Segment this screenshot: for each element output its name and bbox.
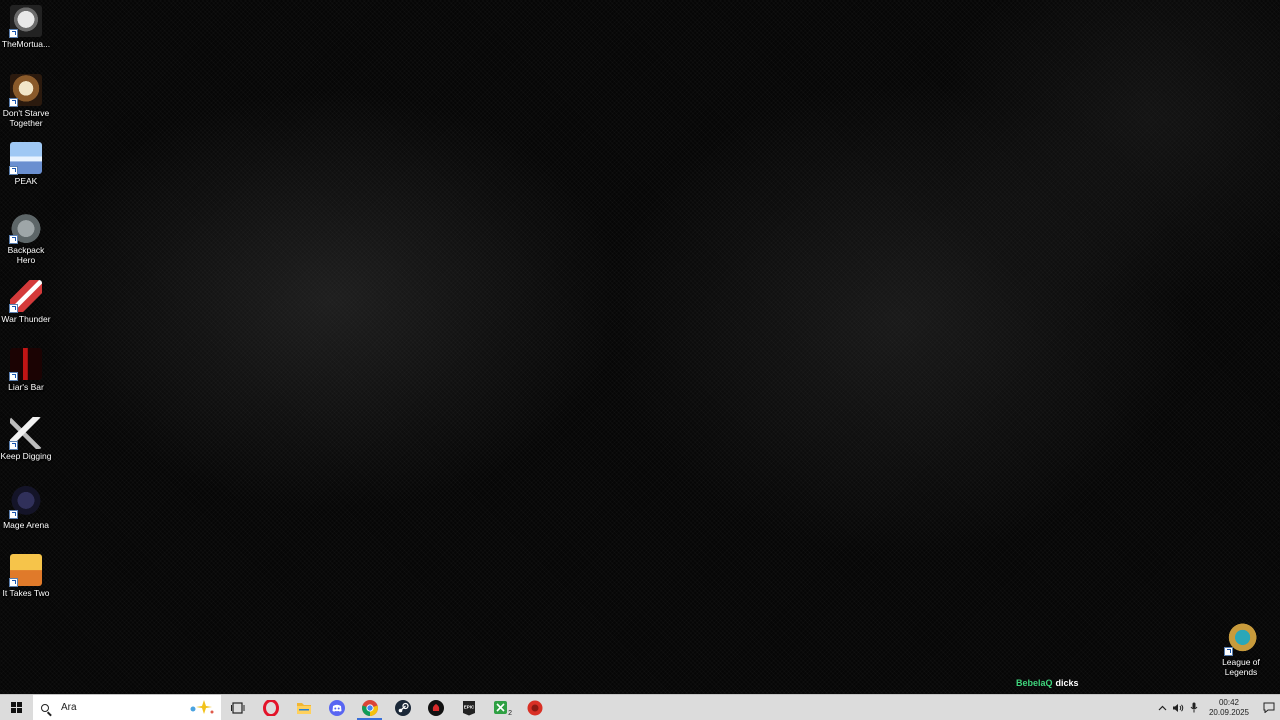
desktop-icon-label: Mage Arena: [3, 520, 49, 530]
volume-button[interactable]: [1170, 695, 1186, 720]
shortcut-arrow-icon: [9, 235, 18, 244]
mortuary-assistant-icon: [9, 5, 42, 38]
taskbar-app-chrome[interactable]: [353, 695, 386, 720]
shortcut-arrow-icon: [9, 29, 18, 38]
xbox-notification-badge: 2: [508, 710, 512, 717]
taskbar-app-opera[interactable]: [254, 695, 287, 720]
taskbar-app-xbox[interactable]: 2: [485, 695, 518, 720]
opera-icon: [262, 699, 279, 716]
taskbar-app-discord[interactable]: [320, 695, 353, 720]
red-app-icon: [527, 700, 542, 715]
folder-icon: [296, 702, 311, 714]
shortcut-arrow-icon: [9, 98, 18, 107]
desktop-icon-peak[interactable]: PEAK: [0, 142, 52, 186]
microphone-icon: [1190, 702, 1198, 713]
desktop-icon-it-takes-two[interactable]: It Takes Two: [0, 554, 52, 598]
clock-date: 20.09.2025: [1208, 707, 1250, 717]
desktop-icon-label: League of Legends: [1222, 657, 1260, 677]
watermark-suffix: dicks: [1055, 678, 1079, 688]
notification-center-button[interactable]: [1258, 695, 1280, 720]
watermark-text: BebelaQ dicks: [1016, 678, 1079, 688]
taskbar-app-steam[interactable]: [386, 695, 419, 720]
league-of-legends-icon: [1224, 623, 1257, 656]
taskbar-app-epic-games[interactable]: EPIC: [452, 695, 485, 720]
it-takes-two-icon: [9, 554, 42, 587]
desktop-icon-label: TheMortua...: [1, 39, 51, 49]
desktop-icon-mage-arena[interactable]: Mage Arena: [0, 486, 52, 530]
dont-starve-icon: [9, 74, 42, 107]
desktop-icon-label: Don't Starve Together: [2, 108, 50, 128]
windows-logo-icon: [11, 702, 22, 713]
desktop-icon-keep-digging[interactable]: Keep Digging: [0, 417, 52, 461]
speaker-icon: [1173, 703, 1184, 712]
game-app-icon: [427, 699, 444, 716]
notification-icon: [1263, 702, 1275, 713]
taskbar: EPIC 2: [0, 694, 1280, 720]
microphone-button[interactable]: [1186, 695, 1202, 720]
desktop-icon-dont-starve-together[interactable]: Don't Starve Together: [0, 74, 52, 128]
chevron-up-icon: [1158, 705, 1166, 710]
taskbar-search-box[interactable]: [33, 695, 221, 720]
war-thunder-icon: [9, 280, 42, 313]
search-highlight-icon: [190, 700, 214, 714]
watermark-name: BebelaQ: [1016, 678, 1053, 688]
start-button[interactable]: [0, 695, 33, 720]
chrome-icon: [361, 699, 378, 716]
task-view-icon: [230, 701, 244, 714]
shortcut-arrow-icon: [9, 510, 18, 519]
svg-text:EPIC: EPIC: [463, 704, 474, 709]
pickaxe-icon: [9, 417, 42, 450]
tray-overflow-button[interactable]: [1154, 695, 1170, 720]
shortcut-arrow-icon: [9, 441, 18, 450]
desktop-icon-liars-bar[interactable]: Liar's Bar: [0, 348, 52, 392]
desktop-icon-label: Liar's Bar: [8, 382, 44, 392]
shortcut-arrow-icon: [9, 304, 18, 313]
liars-bar-icon: [9, 348, 42, 381]
desktop-icon-label: PEAK: [14, 176, 38, 186]
search-icon: [41, 703, 49, 712]
taskbar-clock[interactable]: 00:42 20.09.2025: [1206, 698, 1252, 718]
mage-arena-icon: [9, 486, 42, 519]
shortcut-arrow-icon: [9, 166, 18, 175]
backpack-hero-icon: [9, 211, 42, 244]
desktop-icon-backpack-hero[interactable]: Backpack Hero: [0, 211, 52, 265]
discord-icon: [328, 699, 345, 716]
desktop-icon-label: Backpack Hero: [7, 245, 45, 265]
taskbar-app-red-client[interactable]: [518, 695, 551, 720]
system-tray: 00:42 20.09.2025: [1154, 695, 1280, 720]
desktop-icon-war-thunder[interactable]: War Thunder: [0, 280, 52, 324]
shortcut-arrow-icon: [9, 578, 18, 587]
search-input[interactable]: [59, 701, 173, 714]
desktop-icon-label: It Takes Two: [2, 588, 50, 598]
desktop-icon-league-of-legends[interactable]: League of Legends: [1215, 623, 1267, 677]
shortcut-arrow-icon: [1224, 647, 1233, 656]
desktop-icon-label: Keep Digging: [0, 451, 52, 461]
task-view-button[interactable]: [221, 695, 254, 720]
taskbar-app-game-client[interactable]: [419, 695, 452, 720]
peak-icon: [9, 142, 42, 175]
steam-icon: [394, 699, 411, 716]
desktop-icon-label: War Thunder: [1, 314, 51, 324]
shortcut-arrow-icon: [9, 372, 18, 381]
desktop[interactable]: TheMortua... Don't Starve Together PEAK …: [0, 0, 1280, 694]
taskbar-app-file-explorer[interactable]: [287, 695, 320, 720]
epic-games-icon: EPIC: [462, 700, 475, 715]
clock-time: 00:42: [1218, 697, 1240, 707]
desktop-icon-mortuary[interactable]: TheMortua...: [0, 5, 52, 49]
